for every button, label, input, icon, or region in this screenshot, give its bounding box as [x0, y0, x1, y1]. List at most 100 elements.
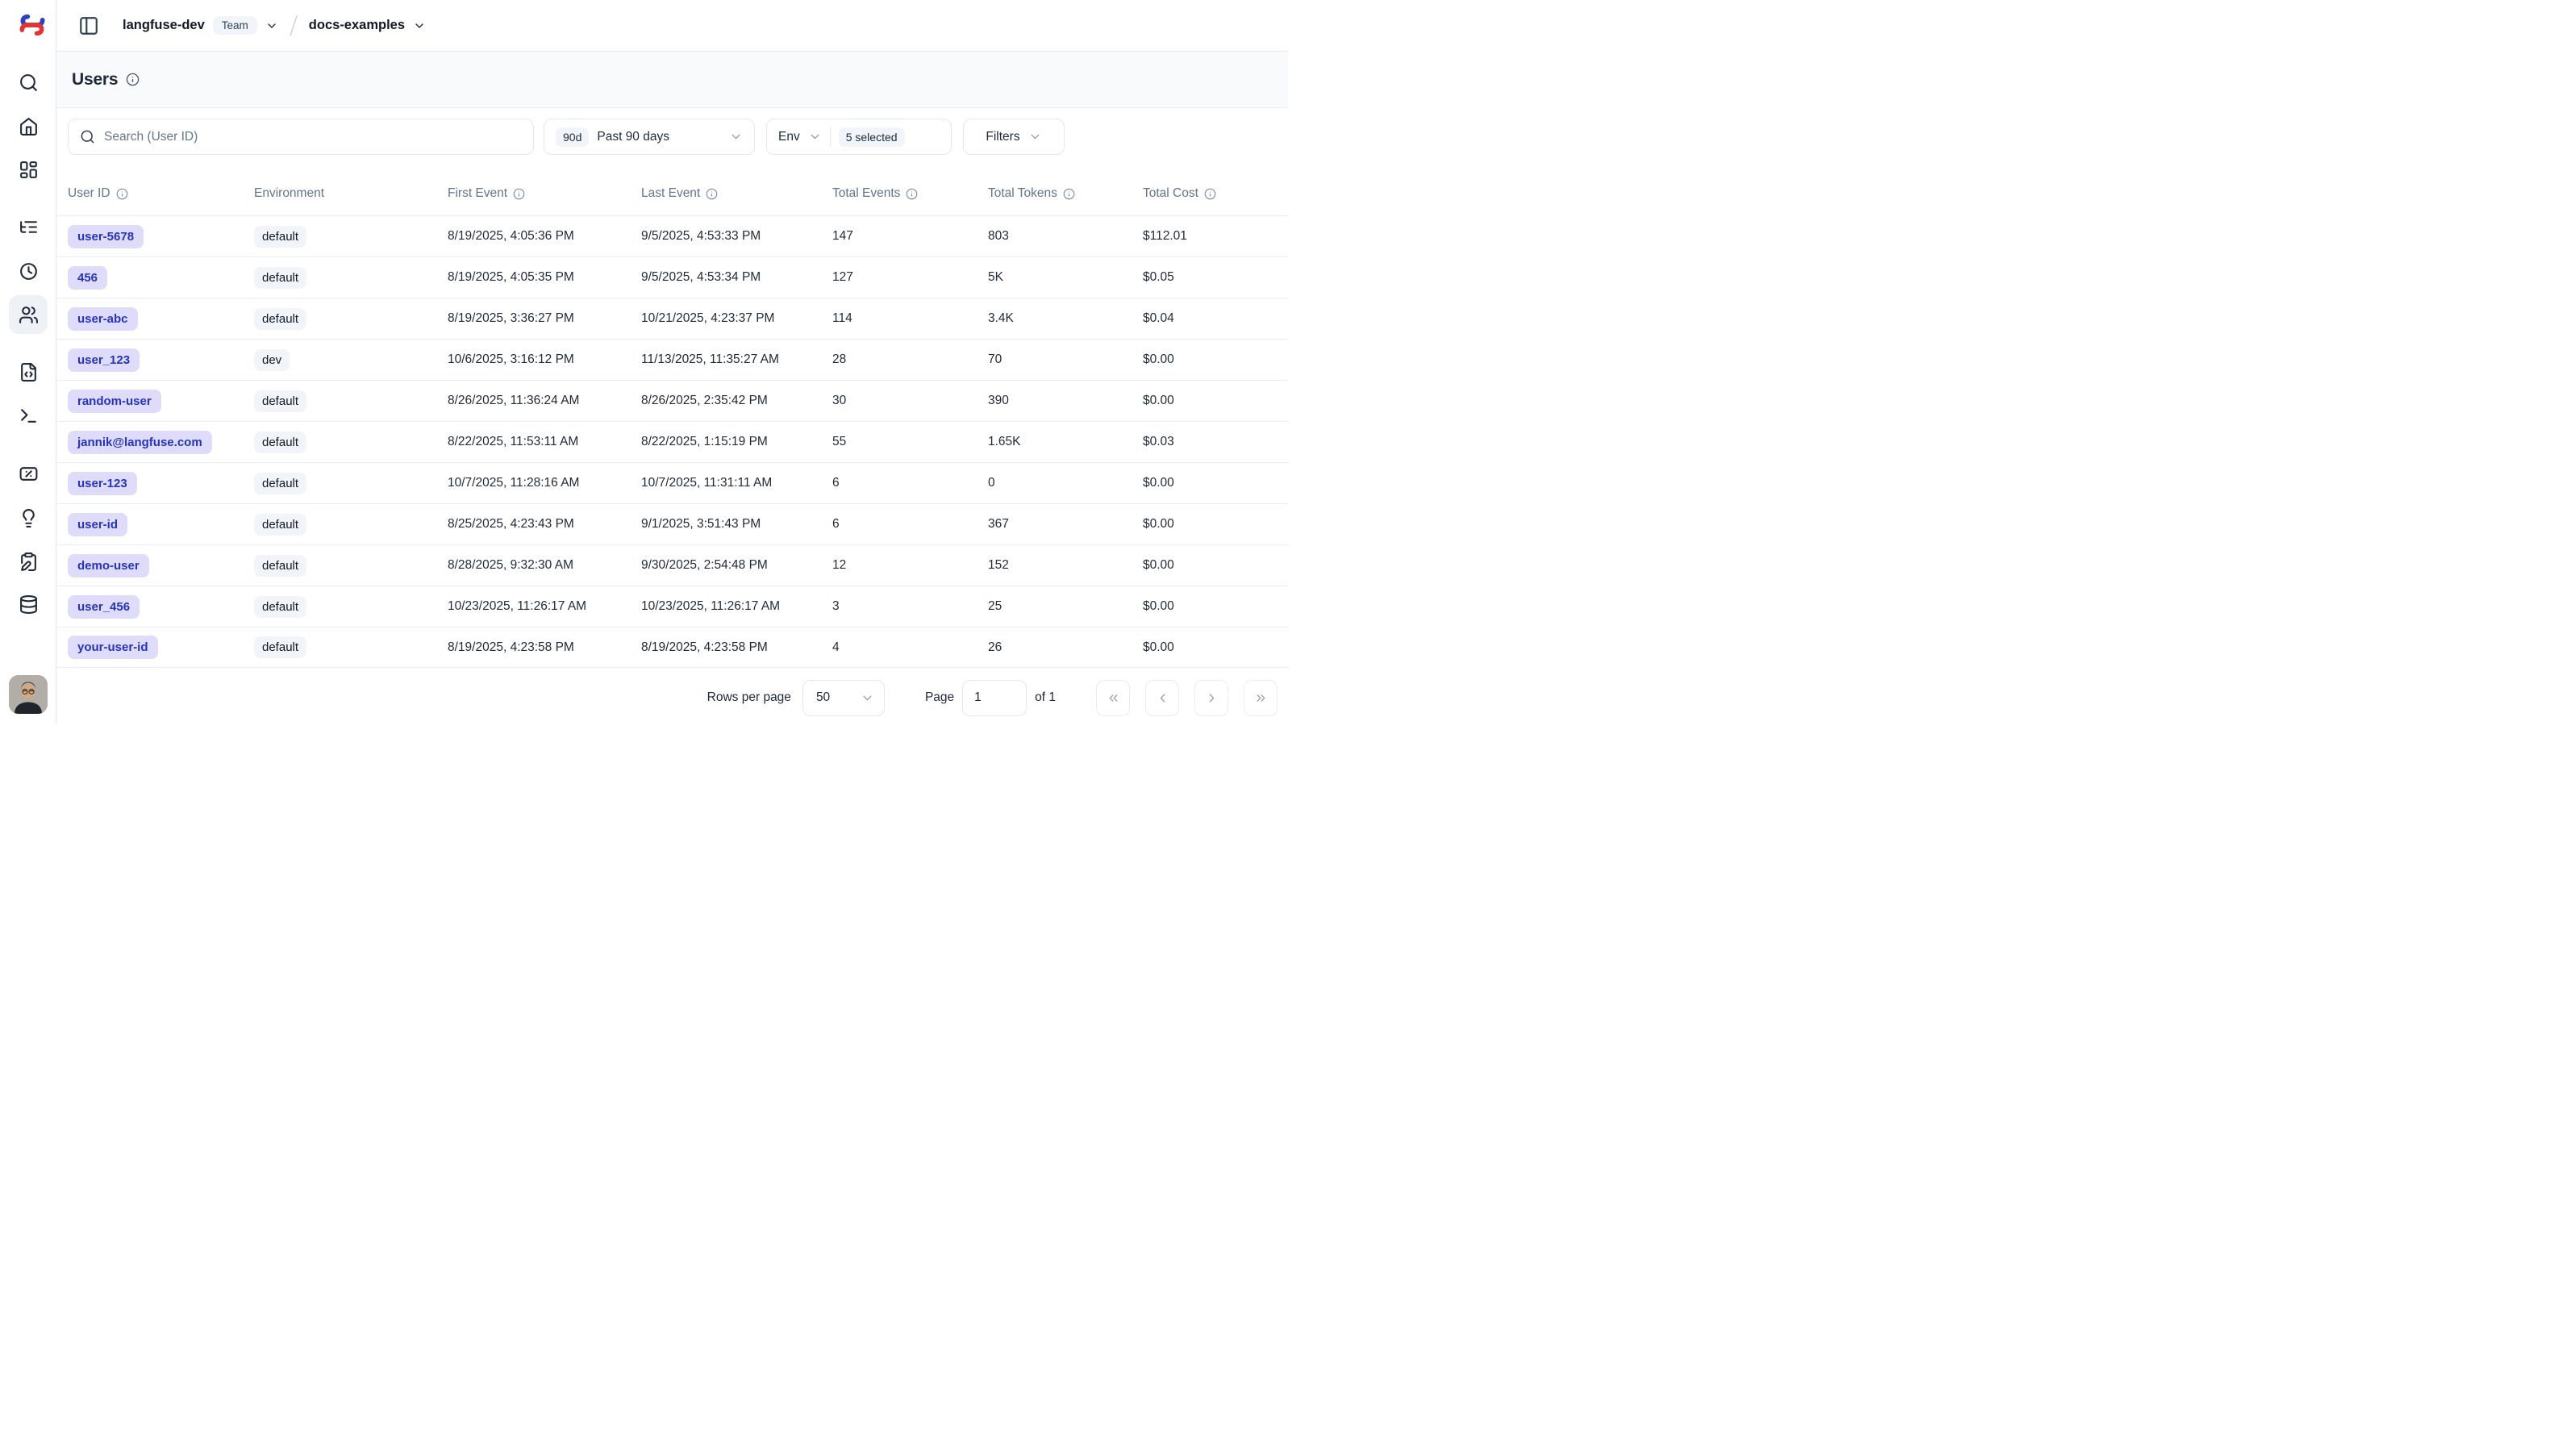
search-box: [68, 119, 534, 155]
environment-badge: default: [254, 636, 306, 658]
table-row[interactable]: user-123default10/7/2025, 11:28:16 AM10/…: [56, 462, 1288, 503]
langfuse-logo-icon[interactable]: [17, 12, 48, 38]
filters-button[interactable]: Filters: [963, 119, 1065, 155]
app-window: langfuse-dev Team docs-examples Users 90…: [0, 0, 1288, 724]
env-divider: [830, 127, 831, 147]
column-header-total-tokens[interactable]: Total Tokens: [988, 186, 1143, 201]
table-row[interactable]: your-user-iddefault8/19/2025, 4:23:58 PM…: [56, 627, 1288, 668]
total-cost-value: $0.00: [1143, 517, 1288, 532]
table-row[interactable]: user-iddefault8/25/2025, 4:23:43 PM9/1/2…: [56, 503, 1288, 544]
breadcrumb-slash-icon: [286, 14, 301, 38]
previous-page-button[interactable]: [1145, 680, 1179, 716]
total-cost-value: $0.00: [1143, 640, 1288, 655]
first-page-button[interactable]: [1096, 680, 1130, 716]
page-of-label: of 1: [1035, 690, 1056, 705]
total-events-value: 3: [832, 599, 988, 614]
project-name[interactable]: docs-examples: [309, 18, 405, 33]
env-filter-button[interactable]: Env 5 selected: [766, 119, 952, 155]
user-id-badge[interactable]: jannik@langfuse.com: [68, 431, 212, 454]
chevrons-left-icon: [1107, 691, 1120, 705]
users-icon: [19, 305, 39, 325]
column-header-last-event[interactable]: Last Event: [641, 186, 832, 201]
user-id-badge[interactable]: 456: [68, 266, 107, 290]
environment-badge: default: [254, 514, 306, 536]
last-page-button[interactable]: [1244, 680, 1278, 716]
sidebar-item-annotation[interactable]: [9, 542, 48, 581]
table-row[interactable]: user_456default10/23/2025, 11:26:17 AM10…: [56, 586, 1288, 627]
user-id-badge[interactable]: user-5678: [68, 225, 144, 248]
date-chevron-down-icon: [729, 130, 743, 144]
user-id-badge[interactable]: your-user-id: [68, 636, 158, 659]
user-id-badge[interactable]: random-user: [68, 390, 161, 413]
total-cost-value: $0.00: [1143, 476, 1288, 490]
sidebar-item-home[interactable]: [9, 106, 48, 145]
column-label: User ID: [68, 186, 110, 201]
sidebar-item-evaluators[interactable]: [9, 498, 48, 537]
total-cost-value: $0.00: [1143, 558, 1288, 573]
list-tree-icon: [19, 217, 39, 237]
table-row[interactable]: jannik@langfuse.comdefault8/22/2025, 11:…: [56, 421, 1288, 462]
pagination: Rows per page 50 Page of 1: [56, 672, 1288, 724]
last-event-value: 10/7/2025, 11:31:11 AM: [641, 476, 832, 490]
next-page-button[interactable]: [1194, 680, 1228, 716]
table-row[interactable]: 456default8/19/2025, 4:05:35 PM9/5/2025,…: [56, 256, 1288, 298]
column-header-total-events[interactable]: Total Events: [832, 186, 988, 201]
first-event-value: 8/19/2025, 4:05:36 PM: [448, 229, 641, 244]
total-tokens-value: 152: [988, 558, 1143, 573]
user-id-badge[interactable]: user_123: [68, 348, 140, 372]
percent-card-icon: [19, 464, 39, 484]
project-chevron-down-icon[interactable]: [413, 19, 426, 32]
org-chevron-down-icon[interactable]: [265, 19, 278, 32]
env-label: Env: [778, 130, 800, 144]
table-row[interactable]: user-5678default8/19/2025, 4:05:36 PM9/5…: [56, 215, 1288, 256]
filters-label: Filters: [986, 130, 1019, 144]
table-row[interactable]: user_123dev10/6/2025, 3:16:12 PM11/13/20…: [56, 339, 1288, 380]
column-header-first-event[interactable]: First Event: [448, 186, 641, 201]
search-input[interactable]: [104, 130, 522, 144]
sidebar-item-scores[interactable]: [9, 454, 48, 493]
sidebar-item-playground[interactable]: [9, 396, 48, 435]
sidebar-item-dashboards[interactable]: [9, 150, 48, 189]
user-avatar[interactable]: [9, 675, 48, 714]
total-events-value: 55: [832, 435, 988, 449]
table-row[interactable]: user-abcdefault8/19/2025, 3:36:27 PM10/2…: [56, 298, 1288, 339]
sidebar-item-tracing[interactable]: [9, 207, 48, 246]
first-event-value: 8/28/2025, 9:32:30 AM: [448, 558, 641, 573]
table-row[interactable]: demo-userdefault8/28/2025, 9:32:30 AM9/3…: [56, 544, 1288, 586]
user-id-badge[interactable]: user-id: [68, 513, 127, 536]
dashboard-icon: [19, 160, 39, 180]
date-range-button[interactable]: 90d Past 90 days: [544, 119, 755, 155]
rows-per-page-label: Rows per page: [707, 690, 791, 705]
column-header-total-cost[interactable]: Total Cost: [1143, 186, 1288, 201]
column-header-environment[interactable]: Environment: [254, 186, 448, 201]
rows-per-page-select[interactable]: 50: [802, 680, 885, 716]
column-label: First Event: [448, 186, 507, 201]
sidebar-toggle-button[interactable]: [74, 11, 103, 40]
total-cost-value: $0.00: [1143, 599, 1288, 614]
page-number-input[interactable]: [962, 680, 1027, 716]
column-label: Last Event: [641, 186, 700, 201]
sidebar-item-datasets[interactable]: [9, 585, 48, 623]
column-label: Total Cost: [1143, 186, 1198, 201]
table-body: user-5678default8/19/2025, 4:05:36 PM9/5…: [56, 215, 1288, 668]
user-id-badge[interactable]: user-123: [68, 472, 137, 495]
sidebar-item-sessions[interactable]: [9, 252, 48, 290]
panel-left-icon: [78, 15, 99, 36]
info-icon: [513, 188, 525, 200]
date-range-label: Past 90 days: [597, 130, 669, 144]
total-tokens-value: 3.4K: [988, 311, 1143, 326]
date-range-badge: 90d: [556, 127, 589, 147]
column-header-user-id[interactable]: User ID: [68, 186, 254, 201]
sidebar-item-prompts[interactable]: [9, 352, 48, 391]
org-name[interactable]: langfuse-dev: [123, 18, 205, 33]
user-id-badge[interactable]: demo-user: [68, 554, 149, 578]
total-cost-value: $0.04: [1143, 311, 1288, 326]
filters-chevron-down-icon: [1028, 130, 1042, 144]
user-id-badge[interactable]: user-abc: [68, 307, 138, 331]
table-row[interactable]: random-userdefault8/26/2025, 11:36:24 AM…: [56, 380, 1288, 421]
page-title: Users: [72, 70, 118, 90]
first-event-value: 8/25/2025, 4:23:43 PM: [448, 517, 641, 532]
sidebar-item-search[interactable]: [9, 63, 48, 102]
sidebar-item-users[interactable]: [9, 295, 48, 334]
user-id-badge[interactable]: user_456: [68, 595, 140, 619]
